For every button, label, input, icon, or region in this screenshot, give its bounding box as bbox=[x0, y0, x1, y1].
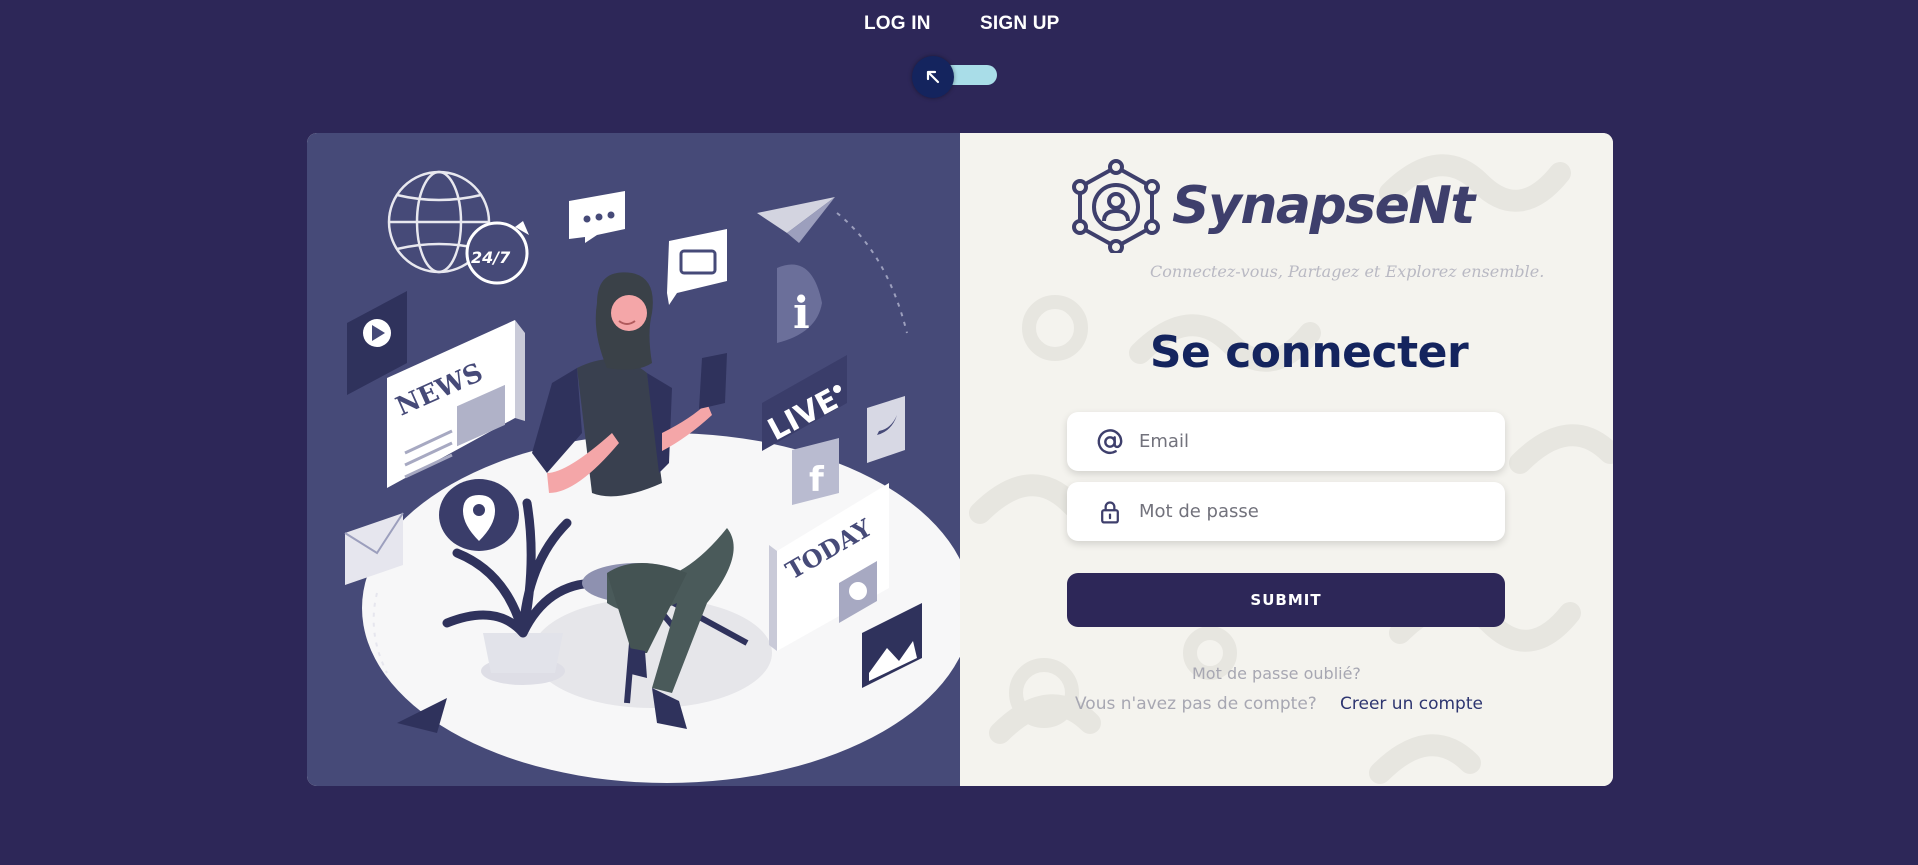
email-field bbox=[1067, 412, 1505, 471]
login-card: 24/7 i NEWS LIVE f TODAY SynapseNt Conne… bbox=[307, 133, 1613, 786]
brand-tagline: Connectez-vous, Partagez et Explorez ens… bbox=[1150, 262, 1545, 281]
no-account-text: Vous n'avez pas de compte? bbox=[1075, 694, 1317, 714]
forgot-password-link[interactable]: Mot de passe oublié? bbox=[1192, 664, 1361, 683]
chat-bubble-icon bbox=[569, 191, 625, 243]
svg-text:24/7: 24/7 bbox=[471, 248, 511, 267]
password-field bbox=[1067, 482, 1505, 541]
twitter-icon bbox=[867, 396, 905, 463]
clock-24-7-icon: 24/7 bbox=[465, 221, 529, 285]
live-sign: LIVE bbox=[762, 355, 847, 451]
brand-logo: SynapseNt bbox=[1072, 159, 1475, 253]
mode-toggle-knob[interactable] bbox=[912, 56, 954, 98]
page-title: Se connecter bbox=[1149, 327, 1469, 378]
network-hub-icon bbox=[1072, 159, 1160, 253]
svg-text:i: i bbox=[793, 288, 810, 339]
brand-name: SynapseNt bbox=[1172, 176, 1475, 236]
password-input[interactable] bbox=[1139, 501, 1479, 522]
social-media-illustration: 24/7 i NEWS LIVE f TODAY bbox=[344, 170, 960, 783]
create-account-link[interactable]: Creer un compte bbox=[1340, 694, 1483, 714]
signup-tab[interactable]: SIGN UP bbox=[980, 13, 1060, 35]
info-icon: i bbox=[777, 264, 822, 343]
login-form-panel: SynapseNt Connectez-vous, Partagez et Ex… bbox=[960, 133, 1613, 786]
at-sign-icon bbox=[1095, 427, 1125, 457]
auth-toggle-nav: LOG IN SIGN UP bbox=[0, 13, 1918, 98]
email-input[interactable] bbox=[1139, 431, 1479, 452]
svg-text:f: f bbox=[809, 460, 825, 500]
message-icon bbox=[667, 229, 727, 305]
lock-icon bbox=[1095, 497, 1125, 527]
location-pin-icon bbox=[439, 479, 519, 551]
arrow-up-left-icon bbox=[926, 70, 940, 84]
submit-button[interactable]: SUBMIT bbox=[1067, 573, 1505, 627]
illustration-panel: 24/7 i NEWS LIVE f TODAY bbox=[307, 133, 960, 786]
login-tab[interactable]: LOG IN bbox=[864, 13, 931, 35]
